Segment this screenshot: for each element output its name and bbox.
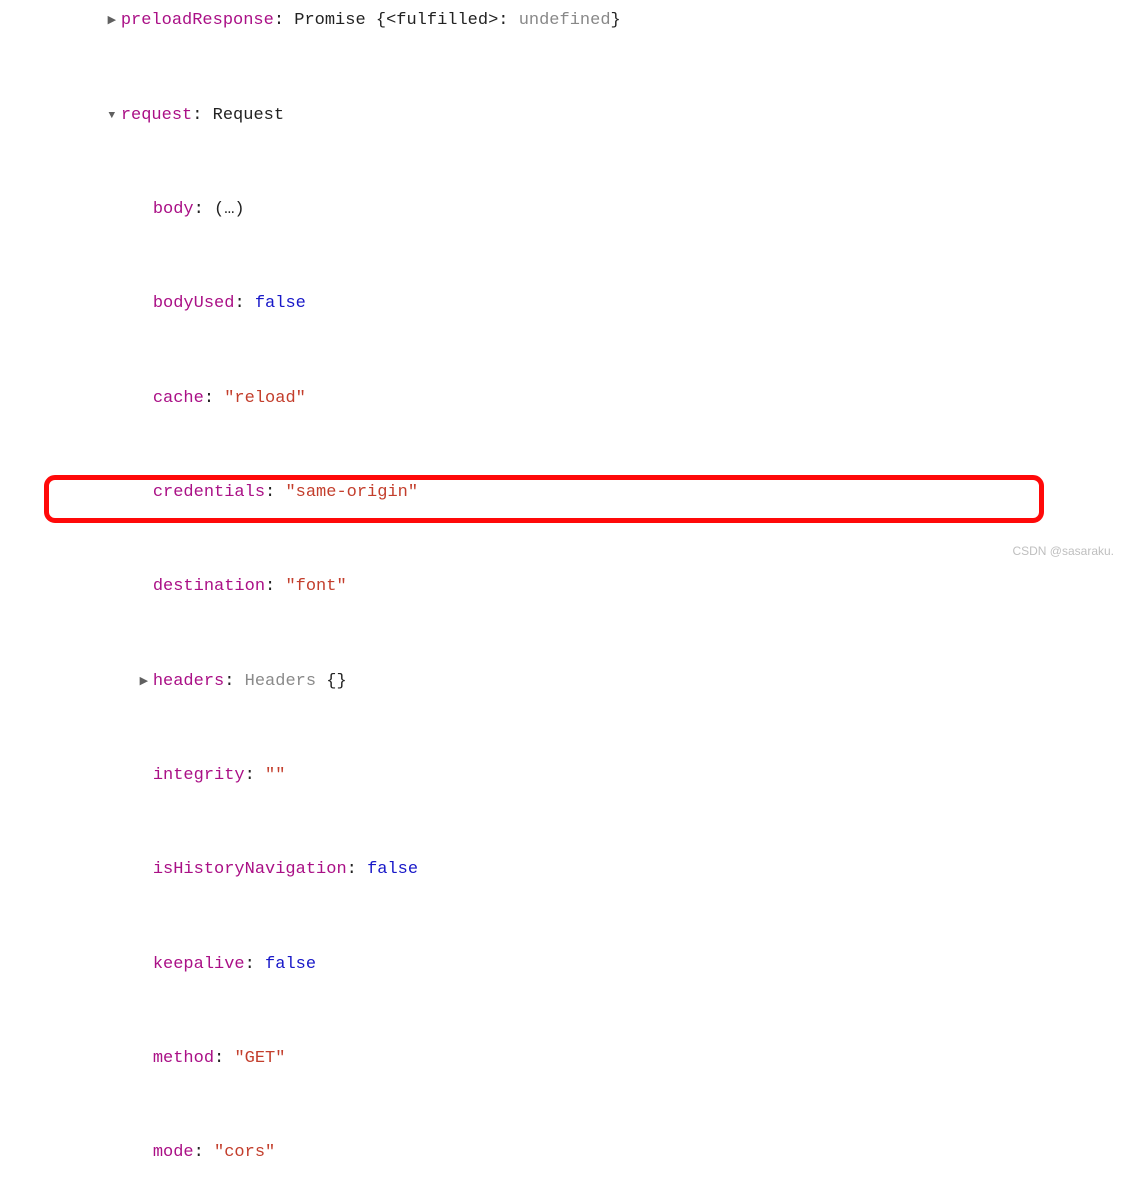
prop-key: destination bbox=[153, 577, 265, 596]
prop-value: false bbox=[265, 955, 316, 974]
row-request[interactable]: ▼request: Request bbox=[40, 68, 1124, 162]
row-keepalive[interactable]: keepalive: false bbox=[40, 917, 1124, 1011]
prop-key: isHistoryNavigation bbox=[153, 860, 347, 879]
row-destination[interactable]: destination: "font" bbox=[40, 540, 1124, 634]
prop-type: Headers bbox=[245, 672, 316, 691]
prop-value: "" bbox=[265, 766, 285, 785]
row-preloadresponse[interactable]: ▶preloadResponse: Promise {<fulfilled>: … bbox=[40, 0, 1124, 68]
prop-value: false bbox=[255, 294, 306, 313]
row-headers[interactable]: ▶headers: Headers {} bbox=[40, 634, 1124, 728]
watermark-text: CSDN @sasaraku. bbox=[1012, 540, 1114, 562]
prop-key: body bbox=[153, 200, 194, 219]
prop-key: integrity bbox=[153, 766, 245, 785]
expand-arrow-right-icon[interactable]: ▶ bbox=[105, 11, 119, 31]
object-tree: ▶preloadResponse: Promise {<fulfilled>: … bbox=[0, 0, 1124, 1188]
row-mode[interactable]: mode: "cors" bbox=[40, 1106, 1124, 1188]
row-cache[interactable]: cache: "reload" bbox=[40, 351, 1124, 445]
prop-value: (…) bbox=[214, 200, 245, 219]
prop-value: false bbox=[367, 860, 418, 879]
expand-arrow-right-icon[interactable]: ▶ bbox=[137, 672, 151, 692]
prop-key: keepalive bbox=[153, 955, 245, 974]
prop-key: request bbox=[121, 106, 192, 125]
row-bodyused[interactable]: bodyUsed: false bbox=[40, 257, 1124, 351]
prop-value: "GET" bbox=[234, 1049, 285, 1068]
prop-type: Request bbox=[213, 106, 284, 125]
row-method[interactable]: method: "GET" bbox=[40, 1011, 1124, 1105]
prop-key: method bbox=[153, 1049, 214, 1068]
row-integrity[interactable]: integrity: "" bbox=[40, 729, 1124, 823]
row-ishistorynavigation[interactable]: isHistoryNavigation: false bbox=[40, 823, 1124, 917]
row-credentials[interactable]: credentials: "same-origin" bbox=[40, 446, 1124, 540]
prop-key: credentials bbox=[153, 483, 265, 502]
prop-key: mode bbox=[153, 1143, 194, 1162]
prop-value: "same-origin" bbox=[285, 483, 418, 502]
prop-value: "font" bbox=[285, 577, 346, 596]
prop-value: "cors" bbox=[214, 1143, 275, 1162]
prop-key: cache bbox=[153, 389, 204, 408]
prop-key: bodyUsed bbox=[153, 294, 235, 313]
prop-key: headers bbox=[153, 672, 224, 691]
expand-arrow-down-icon[interactable]: ▼ bbox=[105, 106, 119, 126]
row-body[interactable]: body: (…) bbox=[40, 163, 1124, 257]
prop-value: "reload" bbox=[224, 389, 306, 408]
prop-key: preloadResponse bbox=[121, 11, 274, 30]
